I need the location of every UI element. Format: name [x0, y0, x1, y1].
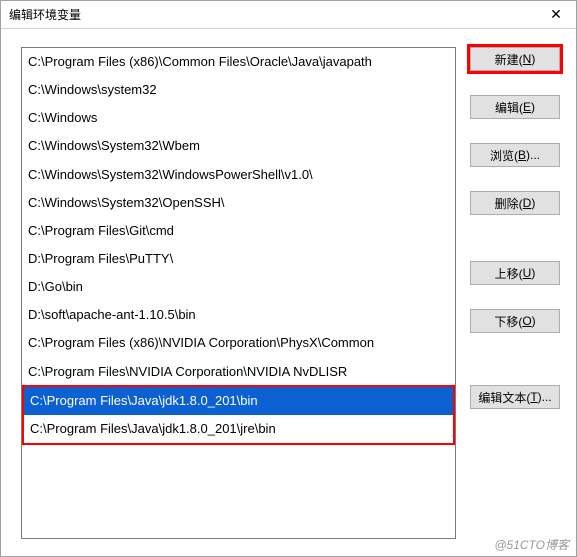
move-down-button[interactable]: 下移(O) — [470, 309, 560, 333]
highlighted-group: C:\Program Files\Java\jdk1.8.0_201\binC:… — [22, 385, 455, 445]
new-button[interactable]: 新建(N) — [470, 47, 560, 71]
list-item[interactable]: C:\Program Files (x86)\NVIDIA Corporatio… — [22, 329, 455, 357]
list-item[interactable]: C:\Windows\system32 — [22, 76, 455, 104]
titlebar: 编辑环境变量 ✕ — [1, 1, 576, 29]
list-item[interactable]: C:\Program Files (x86)\Common Files\Orac… — [22, 48, 455, 76]
list-item[interactable]: D:\soft\apache-ant-1.10.5\bin — [22, 301, 455, 329]
edit-button[interactable]: 编辑(E) — [470, 95, 560, 119]
edit-text-button[interactable]: 编辑文本(T)... — [470, 385, 560, 409]
close-icon: ✕ — [550, 6, 562, 23]
watermark: @51CTO博客 — [494, 536, 569, 553]
delete-button[interactable]: 删除(D) — [470, 191, 560, 215]
list-item[interactable]: C:\Windows\System32\WindowsPowerShell\v1… — [22, 161, 455, 189]
list-item[interactable]: C:\Windows\System32\OpenSSH\ — [22, 189, 455, 217]
list-item[interactable]: C:\Windows — [22, 104, 455, 132]
button-column: 新建(N) 编辑(E) 浏览(B)... 删除(D) 上移(U) 下移(O) — [470, 47, 560, 544]
env-var-edit-dialog: 编辑环境变量 ✕ C:\Program Files (x86)\Common F… — [0, 0, 577, 557]
window-title: 编辑环境变量 — [9, 6, 81, 23]
move-up-button[interactable]: 上移(U) — [470, 261, 560, 285]
list-item[interactable]: C:\Program Files\NVIDIA Corporation\NVID… — [22, 358, 455, 386]
list-item[interactable]: D:\Program Files\PuTTY\ — [22, 245, 455, 273]
content-area: C:\Program Files (x86)\Common Files\Orac… — [1, 29, 576, 556]
browse-button[interactable]: 浏览(B)... — [470, 143, 560, 167]
list-item[interactable]: C:\Program Files\Java\jdk1.8.0_201\bin — [24, 387, 453, 415]
list-item[interactable]: D:\Go\bin — [22, 273, 455, 301]
list-item[interactable]: C:\Program Files\Git\cmd — [22, 217, 455, 245]
list-item[interactable]: C:\Program Files\Java\jdk1.8.0_201\jre\b… — [24, 415, 453, 443]
close-button[interactable]: ✕ — [536, 1, 576, 29]
path-listbox[interactable]: C:\Program Files (x86)\Common Files\Orac… — [21, 47, 456, 539]
list-item[interactable]: C:\Windows\System32\Wbem — [22, 132, 455, 160]
